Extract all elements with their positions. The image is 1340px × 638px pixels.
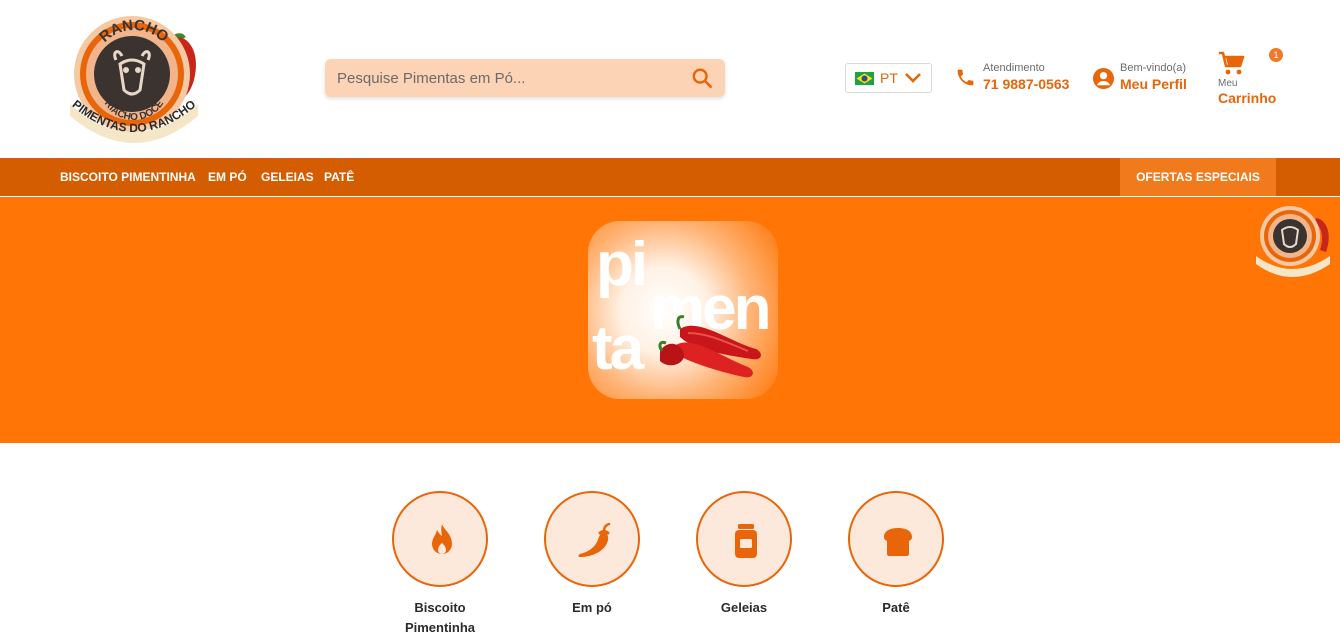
phone-icon: [957, 69, 974, 86]
category-geleias[interactable]: Geleias: [696, 491, 792, 618]
cart-block[interactable]: 1 Meu Carrinho: [1218, 48, 1288, 108]
language-code: PT: [880, 70, 898, 86]
floating-logo-icon[interactable]: [1252, 200, 1334, 282]
hero-banner[interactable]: pi men ta: [0, 197, 1340, 443]
cart-icon[interactable]: [1218, 50, 1246, 76]
red-peppers-image: [658, 315, 761, 378]
language-selector[interactable]: PT: [845, 63, 932, 93]
cart-label[interactable]: Carrinho: [1218, 90, 1276, 106]
search-icon[interactable]: [691, 67, 713, 89]
bread-icon: [884, 528, 912, 556]
site-header: RANCHO RIACHO DOCE PIMENTAS DO RANCHO PT…: [0, 0, 1340, 158]
profile-link[interactable]: Meu Perfil: [1120, 76, 1187, 92]
chevron-down-icon: [905, 73, 921, 83]
search-input[interactable]: [325, 59, 685, 97]
category-em-po[interactable]: Em pó: [544, 491, 640, 618]
category-circle[interactable]: [544, 491, 640, 587]
contact-label: Atendimento: [983, 62, 1045, 74]
nav-item-biscoito-pimentinha[interactable]: BISCOITO PIMENTINHA: [60, 170, 196, 184]
cart-prefix: Meu: [1218, 78, 1238, 89]
rancho-riacho-doce-logo-icon[interactable]: RANCHO RIACHO DOCE PIMENTAS DO RANCHO: [64, 8, 204, 153]
category-label[interactable]: Em pó: [544, 598, 640, 618]
search-bar[interactable]: [325, 59, 725, 97]
category-nav: BISCOITO PIMENTINHA EM PÓ GELEIAS PATÊ O…: [0, 158, 1340, 196]
nav-item-geleias[interactable]: GELEIAS: [261, 170, 314, 184]
nav-item-em-po[interactable]: EM PÓ: [208, 170, 247, 184]
jar-icon: [735, 524, 757, 558]
category-circle[interactable]: [848, 491, 944, 587]
category-label[interactable]: Geleias: [696, 598, 792, 618]
category-label[interactable]: Patê: [848, 598, 944, 618]
category-biscoito-pimentinha[interactable]: Biscoito Pimentinha: [392, 491, 488, 638]
category-shortcuts: Biscoito Pimentinha Em pó Geleias Patê: [392, 491, 952, 635]
flame-icon: [432, 524, 452, 554]
special-offers-button[interactable]: OFERTAS ESPECIAIS: [1120, 158, 1276, 196]
contact-phone[interactable]: 71 9887-0563: [983, 76, 1069, 92]
category-circle[interactable]: [392, 491, 488, 587]
profile-greeting: Bem-vindo(a): [1120, 62, 1187, 74]
user-icon: [1092, 67, 1115, 90]
category-label[interactable]: Biscoito Pimentinha: [392, 598, 488, 638]
cart-count-badge: 1: [1269, 48, 1283, 62]
category-circle[interactable]: [696, 491, 792, 587]
category-pate[interactable]: Patê: [848, 491, 944, 618]
nav-item-pate[interactable]: PATÊ: [324, 170, 354, 184]
brazil-flag-icon: [855, 72, 874, 85]
chili-pepper-icon: [578, 522, 611, 557]
banner-spotlight: pi men ta: [588, 221, 778, 399]
